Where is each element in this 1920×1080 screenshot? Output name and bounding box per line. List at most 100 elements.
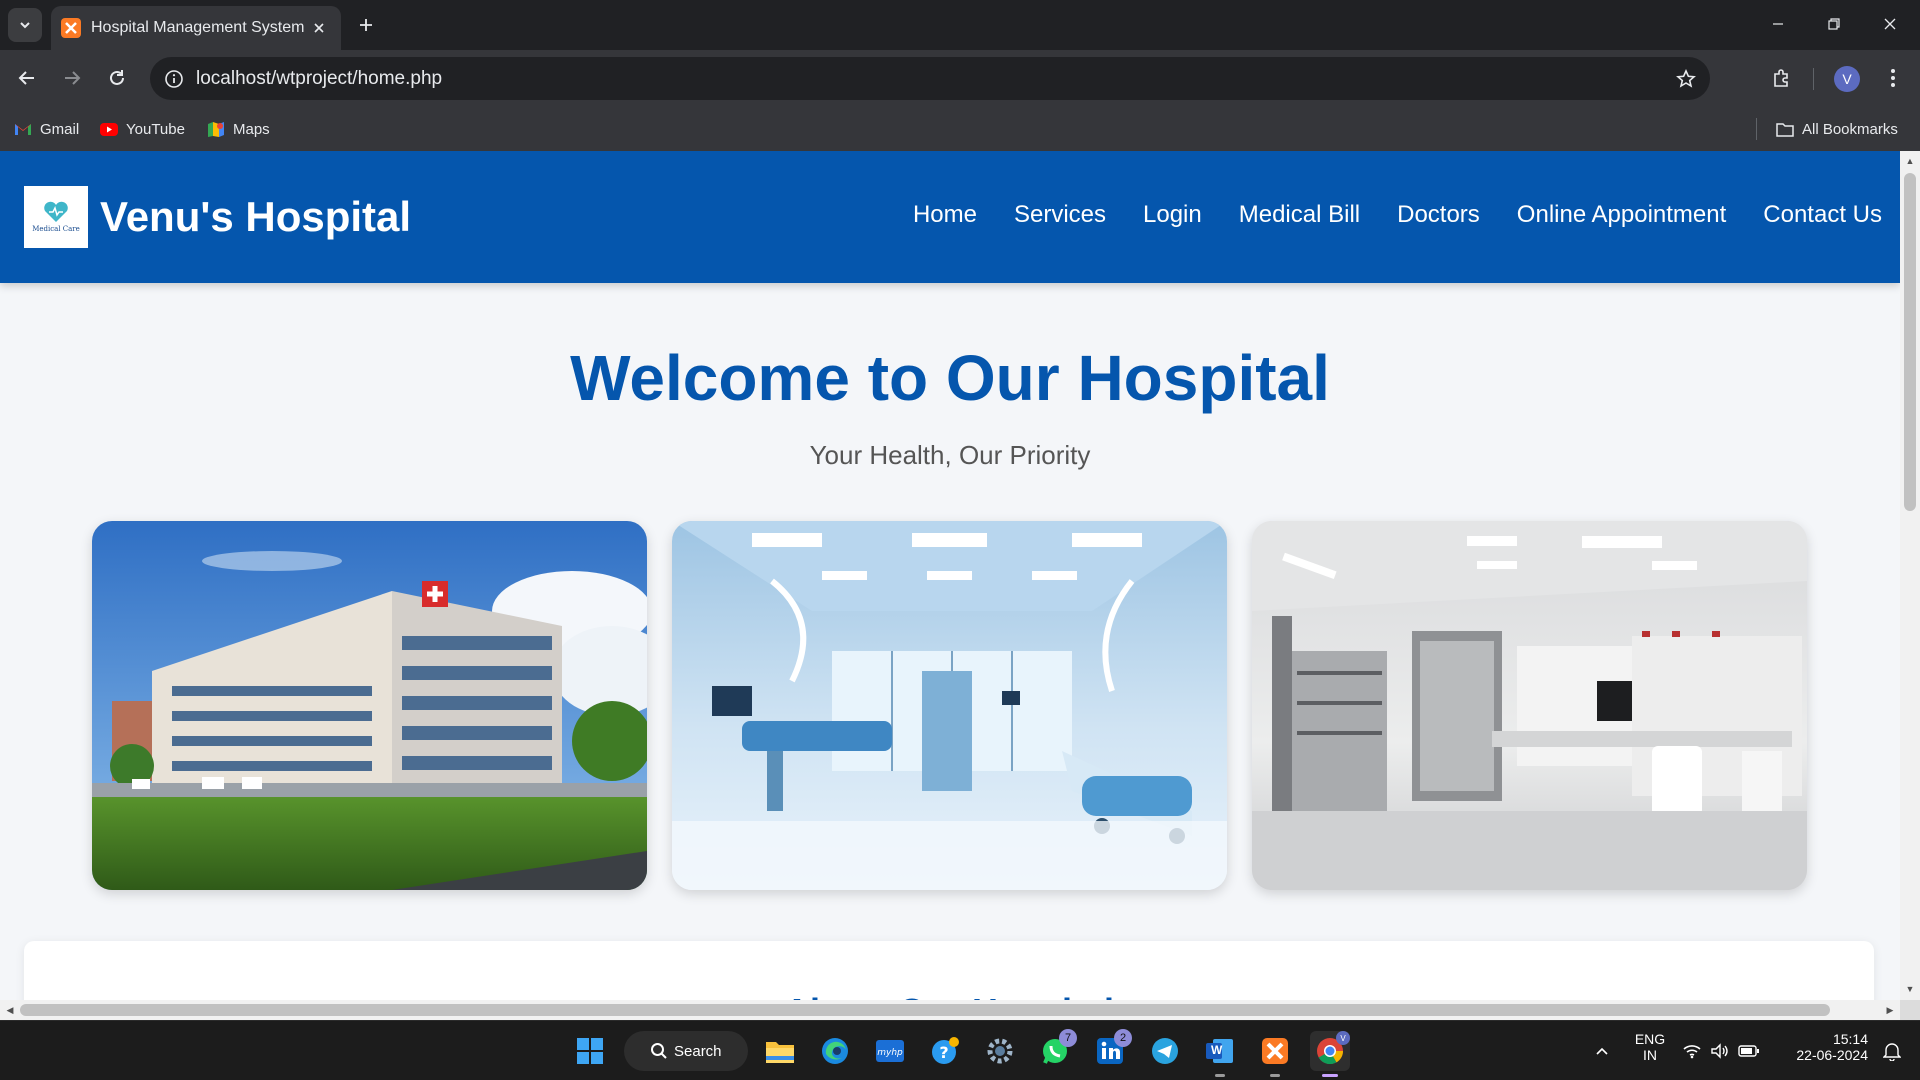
restore-icon[interactable] — [1806, 0, 1862, 48]
scroll-up-arrow-icon[interactable]: ▲ — [1904, 155, 1916, 167]
minimize-icon[interactable] — [1750, 0, 1806, 48]
all-bookmarks-button[interactable]: All Bookmarks — [1776, 117, 1898, 141]
nav-login[interactable]: Login — [1143, 201, 1202, 229]
help-icon[interactable]: ? — [925, 1031, 965, 1071]
search-icon — [651, 1043, 667, 1059]
clock-date: 22-06-2024 — [1796, 1047, 1868, 1063]
bookmarks-divider — [1756, 118, 1757, 140]
operating-room-photo — [672, 521, 1227, 890]
bookmark-label: Maps — [233, 120, 270, 138]
svg-text:?: ? — [939, 1043, 948, 1062]
scroll-down-arrow-icon[interactable]: ▼ — [1904, 983, 1916, 995]
bookmark-label: Gmail — [40, 120, 80, 138]
chevron-down-icon — [20, 22, 30, 29]
bookmark-maps[interactable]: Maps — [207, 117, 270, 141]
running-indicator — [1215, 1074, 1225, 1077]
reload-icon[interactable] — [100, 61, 134, 95]
notification-bell-icon[interactable] — [1874, 1031, 1910, 1071]
page-viewport: Medical Care Venu's Hospital Home Servic… — [0, 151, 1900, 1000]
toolbar-divider — [1813, 68, 1814, 90]
file-explorer-icon[interactable] — [760, 1031, 800, 1071]
nav-medical-bill[interactable]: Medical Bill — [1239, 201, 1360, 229]
chrome-icon[interactable]: V — [1310, 1031, 1350, 1077]
bookmark-star-icon[interactable] — [1666, 59, 1706, 99]
about-title: About Our Hospital — [24, 991, 1874, 1000]
gmail-icon — [14, 120, 32, 138]
telegram-icon[interactable] — [1145, 1031, 1185, 1071]
myhp-icon[interactable]: myhp — [870, 1031, 910, 1071]
battery-icon — [1738, 1045, 1759, 1057]
xampp-icon[interactable] — [1255, 1031, 1295, 1077]
hospital-building-photo — [92, 521, 647, 890]
nav-contact-us[interactable]: Contact Us — [1763, 201, 1882, 229]
wifi-icon — [1683, 1045, 1701, 1059]
search-label: Search — [674, 1042, 722, 1060]
windows-taskbar: Search myhp ? 7 2 W V ENG IN 15:14 22-06… — [0, 1020, 1920, 1080]
linkedin-badge: 2 — [1114, 1029, 1132, 1047]
scroll-right-arrow-icon[interactable]: ▶ — [1884, 1004, 1896, 1016]
tab-search-button[interactable] — [8, 8, 42, 42]
svg-text:myhp: myhp — [877, 1048, 903, 1058]
edge-browser-icon[interactable] — [815, 1031, 855, 1071]
clock-time: 15:14 — [1832, 1031, 1868, 1047]
bookmark-label: YouTube — [126, 120, 185, 138]
scrollbar-corner — [1900, 1000, 1920, 1020]
xampp-favicon-icon — [61, 18, 81, 38]
vertical-scrollbar[interactable]: ▲ ▼ — [1900, 151, 1920, 1000]
nav-home[interactable]: Home — [913, 201, 977, 229]
nav-services[interactable]: Services — [1014, 201, 1106, 229]
whatsapp-badge: 7 — [1059, 1029, 1077, 1047]
close-window-icon[interactable] — [1862, 0, 1918, 48]
url-text[interactable]: localhost/wtproject/home.php — [196, 68, 1666, 90]
main-nav: Home Services Login Medical Bill Doctors… — [876, 201, 1882, 229]
site-header: Medical Care Venu's Hospital Home Servic… — [0, 151, 1900, 283]
word-icon[interactable]: W — [1200, 1031, 1240, 1077]
region-label: IN — [1643, 1047, 1657, 1063]
horizontal-scroll-thumb[interactable] — [20, 1004, 1830, 1016]
word-letter: W — [1211, 1043, 1223, 1057]
tab-close-icon[interactable] — [307, 16, 331, 40]
address-bar[interactable]: localhost/wtproject/home.php — [150, 57, 1710, 100]
youtube-icon — [100, 120, 118, 138]
forward-arrow-icon[interactable] — [55, 61, 89, 95]
hero-title: Welcome to Our Hospital — [570, 342, 1330, 414]
brand-name[interactable]: Venu's Hospital — [100, 193, 411, 241]
active-indicator — [1322, 1074, 1338, 1077]
bookmark-gmail[interactable]: Gmail — [14, 117, 79, 141]
language-label: ENG — [1634, 1031, 1666, 1047]
scroll-left-arrow-icon[interactable]: ◀ — [4, 1004, 16, 1016]
language-indicator[interactable]: ENG IN — [1628, 1031, 1672, 1063]
site-info-icon[interactable] — [154, 57, 194, 100]
maps-icon — [207, 120, 225, 138]
nav-doctors[interactable]: Doctors — [1397, 201, 1480, 229]
kebab-menu-icon[interactable] — [1876, 61, 1910, 95]
tab-title: Hospital Management System — [91, 19, 305, 36]
show-hidden-icons-chevron-icon[interactable] — [1582, 1031, 1622, 1071]
system-tray-status[interactable] — [1676, 1031, 1766, 1071]
profile-avatar[interactable]: V — [1834, 66, 1860, 92]
new-tab-plus-icon[interactable] — [352, 11, 380, 39]
laboratory-photo — [1252, 521, 1807, 890]
clock[interactable]: 15:14 22-06-2024 — [1778, 1031, 1868, 1063]
back-arrow-icon[interactable] — [10, 61, 44, 95]
vertical-scroll-thumb[interactable] — [1904, 173, 1916, 511]
logo-caption: Medical Care — [32, 225, 80, 233]
settings-gear-icon[interactable] — [980, 1031, 1020, 1071]
windows-start-icon[interactable] — [570, 1031, 610, 1071]
nav-online-appointment[interactable]: Online Appointment — [1517, 201, 1726, 229]
horizontal-scrollbar[interactable]: ◀ ▶ — [0, 1000, 1900, 1020]
browser-tab-active[interactable]: Hospital Management System — [51, 6, 341, 50]
heart-logo-icon — [44, 201, 68, 222]
bookmark-youtube[interactable]: YouTube — [100, 117, 185, 141]
running-indicator — [1270, 1074, 1280, 1077]
bookmarks-bar: Gmail YouTube Maps All Bookmarks — [0, 107, 1920, 151]
browser-toolbar: localhost/wtproject/home.php V — [0, 50, 1920, 107]
whatsapp-icon[interactable]: 7 — [1035, 1029, 1077, 1071]
browser-tab-bar: Hospital Management System — [0, 0, 1920, 50]
taskbar-search[interactable]: Search — [624, 1031, 748, 1071]
hero-subtitle: Your Health, Our Priority — [809, 440, 1091, 470]
volume-icon — [1711, 1043, 1728, 1059]
linkedin-icon[interactable]: 2 — [1090, 1029, 1132, 1071]
hospital-logo[interactable]: Medical Care — [24, 186, 88, 248]
extensions-puzzle-icon[interactable] — [1764, 61, 1798, 95]
